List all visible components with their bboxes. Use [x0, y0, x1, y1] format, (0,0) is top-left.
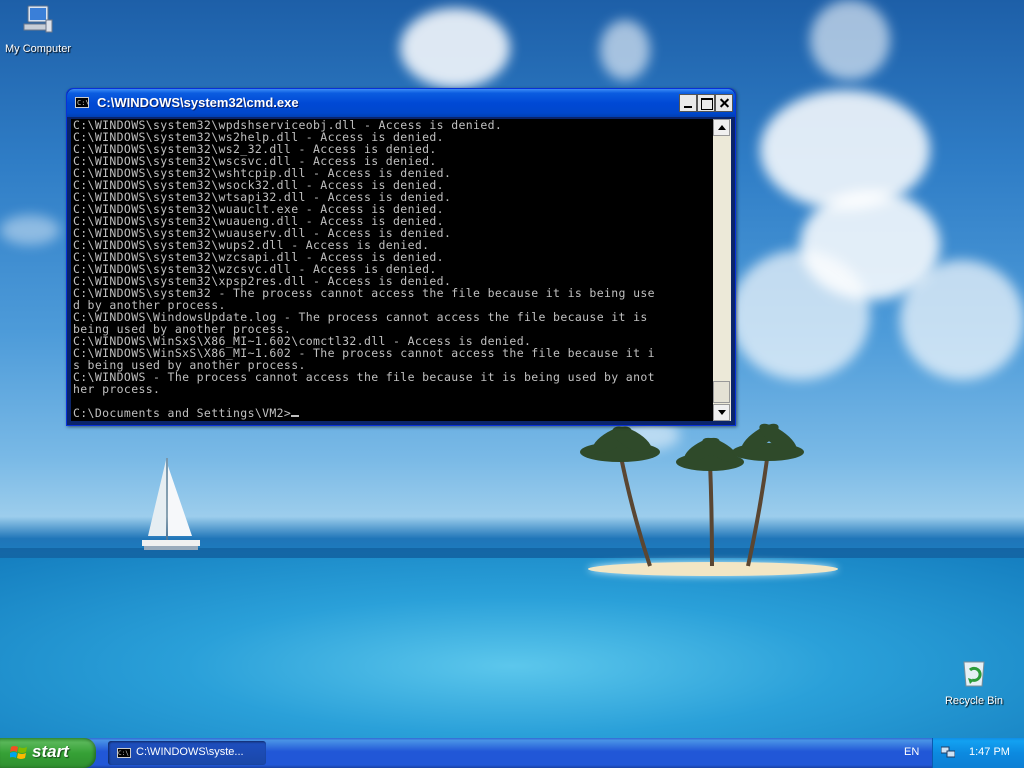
recycle-bin-label: Recycle Bin	[944, 695, 1004, 707]
scroll-down-arrow-icon[interactable]	[713, 404, 730, 421]
window-titlebar[interactable]: C:\ C:\WINDOWS\system32\cmd.exe	[67, 89, 735, 117]
clock[interactable]: 1:47 PM	[969, 746, 1010, 758]
windows-flag-icon	[10, 746, 27, 759]
console-lines: C:\WINDOWS\system32\wpdshserviceobj.dll …	[71, 119, 713, 419]
palm-trees-image	[580, 423, 804, 567]
sailboat-image	[142, 458, 200, 550]
maximize-button[interactable]	[697, 94, 715, 112]
cloud-decoration	[730, 250, 870, 380]
sea	[0, 558, 1024, 738]
taskbar: start C:\ C:\WINDOWS\syste... EN 1:47 PM	[0, 738, 1024, 768]
console-icon: C:\	[117, 748, 131, 758]
text-cursor	[291, 415, 300, 417]
console-icon[interactable]: C:\	[75, 97, 90, 108]
my-computer-label: My Computer	[4, 43, 72, 55]
recycle-bin-desktop-icon[interactable]: Recycle Bin	[934, 656, 1014, 707]
taskbar-item-label: C:\WINDOWS\syste...	[136, 746, 244, 758]
minimize-button[interactable]	[679, 94, 697, 112]
cloud-decoration	[900, 260, 1024, 380]
scroll-thumb[interactable]	[713, 381, 730, 403]
console-line: C:\WINDOWS - The process cannot access t…	[73, 370, 655, 384]
language-indicator[interactable]: EN	[904, 746, 919, 758]
start-label: start	[32, 742, 69, 761]
console-line: her process.	[73, 382, 161, 396]
cloud-decoration	[760, 90, 930, 210]
vertical-scrollbar[interactable]	[713, 119, 731, 421]
cmd-window[interactable]: C:\ C:\WINDOWS\system32\cmd.exe C:\WINDO…	[66, 88, 736, 426]
system-tray: 1:47 PM	[932, 738, 1024, 768]
network-icon[interactable]	[941, 746, 955, 758]
taskbar-item-cmd[interactable]: C:\ C:\WINDOWS\syste...	[108, 741, 266, 765]
start-button[interactable]: start	[0, 738, 96, 768]
console-output-area[interactable]: C:\WINDOWS\system32\wpdshserviceobj.dll …	[71, 119, 713, 421]
cloud-decoration	[810, 0, 890, 80]
close-button[interactable]	[715, 94, 733, 112]
console-line: C:\Documents and Settings\VM2>	[73, 407, 713, 419]
cloud-decoration	[0, 215, 60, 245]
scroll-up-arrow-icon[interactable]	[713, 119, 730, 136]
cloud-decoration	[600, 20, 650, 80]
computer-icon	[23, 5, 53, 33]
my-computer-desktop-icon[interactable]: My Computer	[0, 4, 78, 55]
recycle-bin-icon	[963, 661, 985, 687]
window-title: C:\WINDOWS\system32\cmd.exe	[97, 95, 299, 110]
cloud-decoration	[400, 8, 510, 88]
